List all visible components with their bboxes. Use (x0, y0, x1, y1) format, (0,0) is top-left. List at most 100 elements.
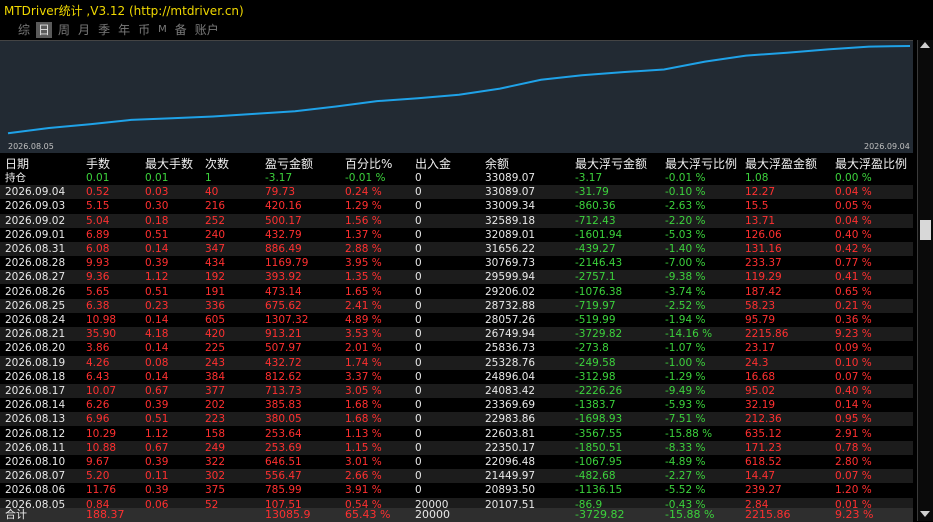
x-end-label: 2026.09.04 (864, 142, 910, 151)
cell-max-float-loss: -273.8 (575, 342, 609, 355)
table-row[interactable]: 2026.08.18 6.43 0.14 384 812.62 3.37 % 0 24896.… (0, 370, 913, 384)
cell-max-float-loss: -3729.82 (575, 508, 625, 521)
table-row[interactable]: 2026.08.20 3.86 0.14 225 507.97 2.01 % 0 25836.… (0, 341, 913, 355)
cell-max-float-loss: -1601.94 (575, 228, 623, 241)
cell-max-float-loss: -860.36 (575, 200, 616, 213)
cell-max-float-profit: 1.08 (745, 172, 769, 184)
scroll-up-arrow-icon[interactable] (920, 42, 930, 48)
cell-pnl: 420.16 (265, 200, 302, 213)
table-row[interactable]: 2026.09.03 5.15 0.30 216 420.16 1.29 % 0 33009.… (0, 199, 913, 213)
table-row[interactable]: 2026.08.21 35.90 4.18 420 913.21 3.53 % 0 26749… (0, 327, 913, 342)
cell-deposit: 0 (415, 200, 422, 213)
scroll-thumb[interactable] (920, 220, 931, 240)
table-row[interactable]: 2026.09.04 0.52 0.03 40 79.73 0.24 % 0 33089.07… (0, 185, 913, 200)
cell-max-float-profit: 12.27 (745, 186, 776, 199)
cell-max-lots: 0.01 (145, 172, 169, 184)
cell-max-float-loss: -1076.38 (575, 285, 623, 298)
cell-max-float-profit: 95.02 (745, 385, 776, 397)
tab-overview[interactable]: 综 (16, 22, 32, 38)
cell-pnl: -3.17 (265, 172, 293, 184)
cell-pnl: 812.62 (265, 370, 302, 383)
cell-pnl: 380.05 (265, 413, 302, 426)
cell-percent: -0.01 % (345, 172, 386, 184)
cell-count: 191 (205, 285, 226, 298)
cell-count: 216 (205, 200, 226, 213)
cell-max-float-profit-ratio: 0.00 % (835, 172, 872, 184)
tab-m[interactable]: M (156, 22, 169, 38)
cell-lots: 9.93 (86, 257, 110, 270)
table-row[interactable]: 2026.08.25 6.38 0.23 336 675.62 2.41 % 0 28732.… (0, 298, 913, 313)
tab-year[interactable]: 年 (116, 22, 132, 38)
table-row[interactable]: 2026.08.19 4.26 0.08 243 432.72 1.74 % 0 25328.… (0, 355, 913, 370)
cell-pnl: 432.79 (265, 228, 302, 241)
scrollbar[interactable] (917, 40, 933, 521)
cell-count: 302 (205, 470, 226, 483)
cell-balance: 22603.81 (485, 427, 536, 440)
cell-percent: 1.74 % (345, 356, 382, 369)
tab-note[interactable]: 备 (173, 22, 189, 38)
cell-count: 1 (205, 172, 212, 184)
cell-percent: 3.53 % (345, 328, 382, 341)
table-row[interactable]: 2026.08.12 10.29 1.12 158 253.64 1.13 % 0 22603… (0, 427, 913, 441)
tab-month[interactable]: 月 (76, 22, 92, 38)
cell-max-float-loss-ratio: -5.03 % (665, 228, 706, 241)
cell-date: 2026.08.17 (5, 385, 66, 397)
table-row[interactable]: 2026.08.14 6.26 0.39 202 385.83 1.68 % 0 23369.… (0, 398, 913, 412)
table-row[interactable]: 2026.08.31 6.08 0.14 347 886.49 2.88 % 0 31656.… (0, 242, 913, 256)
cell-max-float-loss-ratio: -2.27 % (665, 470, 706, 483)
cell-date: 2026.09.03 (5, 200, 66, 213)
scroll-down-arrow-icon[interactable] (920, 511, 930, 517)
cell-date: 2026.09.02 (5, 214, 66, 227)
cell-date: 2026.08.20 (5, 342, 66, 355)
cell-max-float-profit-ratio: 0.77 % (835, 257, 872, 270)
table-row[interactable]: 2026.08.06 11.76 0.39 375 785.99 3.91 % 0 20893… (0, 483, 913, 497)
cell-balance: 32089.01 (485, 228, 536, 241)
table-row[interactable]: 2026.08.07 5.20 0.11 302 556.47 2.66 % 0 21449.… (0, 469, 913, 484)
cell-pnl: 1169.79 (265, 257, 309, 270)
table-row[interactable]: 2026.08.17 10.07 0.67 377 713.73 3.05 % 0 24083… (0, 384, 913, 398)
tab-day[interactable]: 日 (36, 22, 53, 38)
cell-max-float-profit-ratio: 0.09 % (835, 342, 872, 355)
cell-max-lots: 0.51 (145, 228, 169, 241)
tab-quarter[interactable]: 季 (96, 22, 112, 38)
table-row[interactable]: 2026.08.10 9.67 0.39 322 646.51 3.01 % 0 22096.… (0, 455, 913, 469)
table-row[interactable]: 2026.09.02 5.04 0.18 252 500.17 1.56 % 0 32589.… (0, 213, 913, 228)
tab-currency[interactable]: 币 (136, 22, 152, 38)
cell-count: 223 (205, 413, 226, 426)
cell-percent: 1.15 % (345, 441, 382, 454)
cell-pnl: 556.47 (265, 470, 302, 483)
table-row[interactable]: 2026.08.13 6.96 0.51 223 380.05 1.68 % 0 22983.… (0, 412, 913, 427)
cell-max-lots: 0.23 (145, 299, 169, 312)
table-row[interactable]: 2026.08.26 5.65 0.51 191 473.14 1.65 % 0 29206.… (0, 285, 913, 299)
hdr-max-float-profit-ratio: 最大浮盈比例 (835, 157, 908, 171)
hdr-deposit: 出入金 (415, 157, 452, 171)
hdr-balance: 余额 (485, 157, 510, 171)
table-row[interactable]: 2026.08.24 10.98 0.14 605 1307.32 4.89 % 0 2805… (0, 313, 913, 327)
cell-max-float-loss-ratio: -1.29 % (665, 370, 706, 383)
cell-count: 336 (205, 299, 226, 312)
cell-max-float-loss: -719.97 (575, 299, 616, 312)
cell-lots: 4.26 (86, 356, 110, 369)
cell-percent: 2.66 % (345, 470, 382, 483)
cell-max-lots: 1.12 (145, 271, 169, 284)
cell-balance: 26749.94 (485, 328, 536, 341)
table-row[interactable]: 2026.09.01 6.89 0.51 240 432.79 1.37 % 0 32089.… (0, 228, 913, 242)
holding-row[interactable]: 持仓 0.01 0.01 1 -3.17 -0.01 % 0 33089.07 -3.17 -0.… (0, 171, 913, 185)
table-row[interactable]: 2026.08.11 10.88 0.67 249 253.69 1.15 % 0 22350… (0, 440, 913, 455)
cell-max-float-profit-ratio: 9.23 % (835, 508, 874, 521)
cell-lots: 10.07 (86, 385, 117, 397)
table-row[interactable]: 2026.08.28 9.93 0.39 434 1169.79 3.95 % 0 30769… (0, 256, 913, 270)
cell-lots: 35.90 (86, 328, 117, 341)
total-row[interactable]: 合计 188.37 13085.9 65.43 % 20000 -3729.82 -15.8… (0, 508, 913, 522)
table-row[interactable]: 2026.08.27 9.36 1.12 192 393.92 1.35 % 0 29599.… (0, 270, 913, 285)
cell-deposit: 0 (415, 243, 422, 255)
cell-max-float-profit: 239.27 (745, 484, 782, 497)
cell-balance: 25836.73 (485, 342, 536, 355)
tab-week[interactable]: 周 (56, 22, 72, 38)
cell-balance: 31656.22 (485, 243, 536, 255)
cell-pnl: 500.17 (265, 214, 302, 227)
cell-lots: 6.38 (86, 299, 110, 312)
tab-account[interactable]: 账户 (193, 22, 221, 38)
cell-lots: 10.98 (86, 314, 117, 326)
cell-balance: 22983.86 (485, 413, 536, 426)
